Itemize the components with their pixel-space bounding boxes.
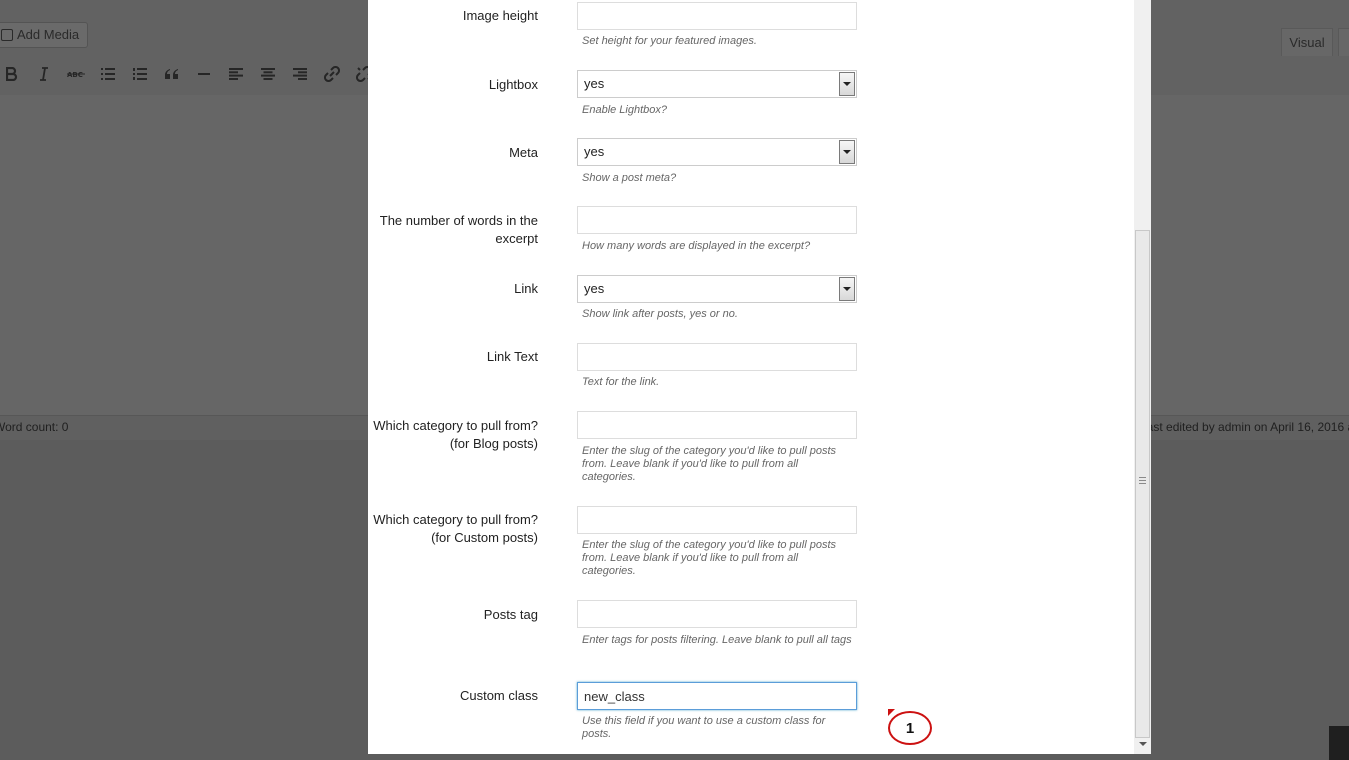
custom-class-label: Custom class <box>459 688 538 703</box>
chevron-down-icon[interactable] <box>839 72 855 96</box>
align-right-icon[interactable] <box>284 64 316 84</box>
blog-category-input[interactable] <box>577 411 857 439</box>
link-text-label: Link Text <box>486 349 538 364</box>
link-description: Show link after posts, yes or no. <box>582 308 738 320</box>
excerpt-words-input[interactable] <box>577 206 857 234</box>
blog-category-label: Which category to pull from? (for Blog p… <box>373 418 538 451</box>
posts-tag-input[interactable] <box>577 600 857 628</box>
strikethrough-icon[interactable]: ABC <box>60 64 92 84</box>
svg-text:ABC: ABC <box>67 71 83 79</box>
editor-toolbar: ABC <box>0 64 380 84</box>
scroll-down-arrow-icon[interactable] <box>1139 742 1147 746</box>
horizontal-line-icon[interactable] <box>188 64 220 84</box>
meta-select[interactable]: yes <box>577 138 857 166</box>
bulleted-list-icon[interactable] <box>92 64 124 84</box>
lightbox-select[interactable]: yes <box>577 70 857 98</box>
custom-category-label: Which category to pull from? (for Custom… <box>373 512 538 545</box>
custom-category-input[interactable] <box>577 506 857 534</box>
bold-icon[interactable] <box>0 64 28 84</box>
add-media-icon <box>1 29 13 41</box>
numbered-list-icon[interactable] <box>124 64 156 84</box>
modal-scrollbar[interactable] <box>1134 0 1151 754</box>
custom-class-description: Use this field if you want to use a cust… <box>582 715 826 740</box>
visual-tab[interactable]: Visual <box>1281 28 1333 56</box>
link-select[interactable]: yes <box>577 275 857 303</box>
shortcode-settings-modal: Image height Set height for your feature… <box>368 0 1151 754</box>
excerpt-words-description: How many words are displayed in the exce… <box>582 240 811 252</box>
grip-icon <box>1139 477 1146 484</box>
italic-icon[interactable] <box>28 64 60 84</box>
lightbox-selected-value: yes <box>584 76 605 91</box>
last-edited-info: Last edited by admin on April 16, 2016 a… <box>1140 420 1349 434</box>
chevron-down-icon[interactable] <box>839 140 855 164</box>
posts-tag-label: Posts tag <box>483 607 538 622</box>
blockquote-icon[interactable] <box>156 64 188 84</box>
chevron-down-icon[interactable] <box>839 277 855 301</box>
add-media-label: Add Media <box>17 27 80 42</box>
lightbox-description: Enable Lightbox? <box>582 104 668 116</box>
add-media-button[interactable]: Add Media <box>0 22 89 48</box>
link-label: Link <box>514 281 538 296</box>
image-height-description: Set height for your featured images. <box>582 35 757 47</box>
custom-class-input[interactable] <box>577 682 857 710</box>
custom-category-description: Enter the slug of the category you'd lik… <box>582 539 837 577</box>
meta-selected-value: yes <box>584 144 605 159</box>
step-annotation-badge: 1 <box>888 711 932 745</box>
text-tab[interactable] <box>1338 28 1349 56</box>
meta-label: Meta <box>509 145 538 160</box>
align-center-icon[interactable] <box>252 64 284 84</box>
link-selected-value: yes <box>584 281 605 296</box>
image-height-label: Image height <box>462 8 538 23</box>
posts-tag-description: Enter tags for posts filtering. Leave bl… <box>582 634 852 646</box>
insert-link-icon[interactable] <box>316 64 348 84</box>
link-text-description: Text for the link. <box>582 376 660 388</box>
lightbox-label: Lightbox <box>488 77 538 92</box>
image-height-input[interactable] <box>577 2 857 30</box>
blog-category-description: Enter the slug of the category you'd lik… <box>582 445 837 483</box>
scrollbar-thumb[interactable] <box>1135 230 1150 738</box>
align-left-icon[interactable] <box>220 64 252 84</box>
settings-form: Image height Set height for your feature… <box>368 0 1134 754</box>
link-text-input[interactable] <box>577 343 857 371</box>
excerpt-words-label: The number of words in the excerpt <box>379 213 538 246</box>
word-count: Word count: 0 <box>0 420 69 434</box>
meta-description: Show a post meta? <box>582 172 677 184</box>
backdrop-corner-block <box>1329 726 1349 760</box>
